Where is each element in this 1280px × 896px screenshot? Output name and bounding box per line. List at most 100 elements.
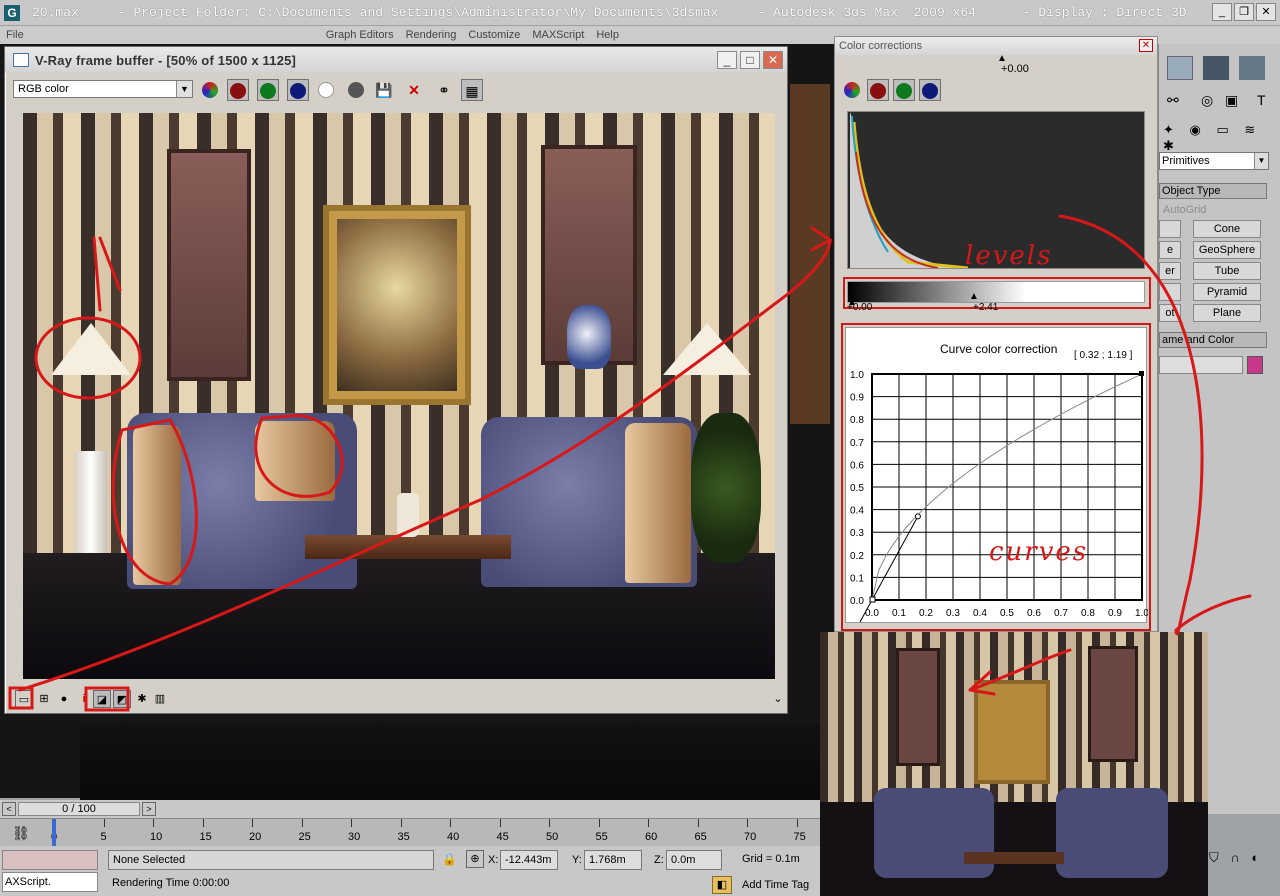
primitive-button-left-5[interactable]: ot <box>1159 304 1181 322</box>
alpha-icon[interactable] <box>315 79 337 101</box>
levels-mid-marker[interactable]: ▲ <box>969 291 979 302</box>
vfb-maximize-button[interactable]: □ <box>740 51 760 69</box>
add-time-tag-button[interactable]: Add Time Tag <box>738 876 818 896</box>
plane-button[interactable]: Plane <box>1193 304 1261 322</box>
cone-button[interactable]: Cone <box>1193 220 1261 238</box>
display-icon[interactable]: ▣ <box>1225 92 1238 109</box>
window-icon <box>13 53 29 67</box>
primitive-button-left-3[interactable]: er <box>1159 262 1181 280</box>
hierarchy-icon[interactable]: ⚯ <box>1167 92 1179 109</box>
cc-blue-icon[interactable] <box>919 79 941 101</box>
menu-graph-editors[interactable]: Graph Editors <box>320 29 400 41</box>
create-subtabs[interactable]: ✦ ◉ ▭ ≋ ✱ <box>1163 122 1277 153</box>
quick-render-icon[interactable] <box>1239 56 1265 80</box>
timeline-tick-label: 30 <box>348 831 361 843</box>
frame-counter[interactable]: 0 / 100 <box>18 802 140 816</box>
menu-customize[interactable]: Customize <box>462 29 526 41</box>
force-color-clamping-icon[interactable]: ⊞ <box>35 690 53 708</box>
corrected-render-thumbnail <box>820 632 1208 896</box>
display-color-correction-icon[interactable]: ▭ <box>15 690 33 708</box>
track-bar[interactable]: ⛓ 051015202530354045505560657075 <box>0 818 820 847</box>
save-icon[interactable]: 💾 <box>373 79 395 101</box>
lock-icon[interactable]: 🔒 <box>442 852 457 866</box>
app-title-bar: G 20.max - Project Folder: C:\Documents … <box>0 0 1280 26</box>
timeline-tick-mark <box>697 819 699 827</box>
curve-end-point <box>1139 371 1144 376</box>
rendered-image[interactable] <box>23 113 775 679</box>
clear-icon[interactable]: ✕ <box>403 79 425 101</box>
menu-help[interactable]: Help <box>590 29 625 41</box>
pyramid-button[interactable]: Pyramid <box>1193 283 1261 301</box>
timeline-tick-mark <box>202 819 204 827</box>
menu-file[interactable]: File <box>0 29 30 41</box>
blue-channel-icon[interactable] <box>287 79 309 101</box>
tube-button[interactable]: Tube <box>1193 262 1261 280</box>
maxscript-listener-mini[interactable] <box>2 850 98 870</box>
autogrid-checkbox[interactable]: AutoGrid <box>1163 204 1206 216</box>
srgb-icon[interactable]: ✱ <box>133 690 151 708</box>
green-channel-icon[interactable] <box>257 79 279 101</box>
link-icon[interactable]: ⚭ <box>433 79 455 101</box>
timeslider-next-icon[interactable]: > <box>142 802 156 816</box>
absolute-mode-icon[interactable]: ⊕ <box>466 850 484 868</box>
vfb-close-button[interactable]: ✕ <box>763 51 783 69</box>
vfb-minimize-button[interactable]: _ <box>717 51 737 69</box>
chevron-down-icon[interactable]: ▼ <box>176 81 192 97</box>
x-coord-field[interactable]: -12.443m <box>500 850 558 870</box>
rollout-object-type[interactable]: Object Type <box>1159 183 1267 199</box>
render-frame-icon[interactable] <box>1203 56 1229 80</box>
viewport-nav-icons[interactable]: ⛉ ∩ ◐ <box>1209 850 1263 866</box>
cc-green-icon[interactable] <box>893 79 915 101</box>
mono-icon[interactable] <box>345 79 367 101</box>
motion-icon[interactable]: ◎ <box>1201 92 1213 109</box>
curve-x-tick-label: 0.8 <box>1081 608 1095 619</box>
minimize-button[interactable]: _ <box>1212 3 1232 21</box>
timeslider-prev-icon[interactable]: < <box>2 802 16 816</box>
teapot-icon[interactable] <box>1167 56 1193 80</box>
lookup-icon[interactable]: ● <box>55 690 73 708</box>
levels-icon[interactable]: ◪ <box>93 690 111 708</box>
time-slider[interactable]: < 0 / 100 > <box>0 800 820 818</box>
utilities-icon[interactable]: T <box>1257 92 1266 108</box>
geosphere-button[interactable]: GeoSphere <box>1193 241 1261 259</box>
red-channel-icon[interactable] <box>227 79 249 101</box>
curve-icon[interactable]: ◩ <box>113 690 131 708</box>
timeline-cursor[interactable] <box>52 819 56 847</box>
channel-select[interactable]: RGB color ▼ <box>13 80 193 98</box>
levels-gradient[interactable] <box>847 281 1145 303</box>
timeline-tick-label: 40 <box>447 831 460 843</box>
track-bar-icon[interactable]: ⛓ <box>12 825 30 842</box>
primitive-button-left-2[interactable]: e <box>1159 241 1181 259</box>
primitive-button-left-1[interactable] <box>1159 220 1181 238</box>
menu-rendering[interactable]: Rendering <box>400 29 463 41</box>
curve-editor[interactable]: Curve color correction [ 0.32 ; 1.19 ] 0… <box>845 327 1148 624</box>
channel-rgb-icon[interactable] <box>199 79 221 101</box>
chevron-down-double-icon[interactable]: ⌄ <box>769 690 787 708</box>
time-tag-icon[interactable]: ◧ <box>712 876 732 894</box>
menu-maxscript[interactable]: MAXScript <box>526 29 590 41</box>
annotation-levels: levels <box>965 241 1053 271</box>
color-corrections-close-button[interactable]: ✕ <box>1139 39 1153 52</box>
close-button[interactable]: ✕ <box>1256 3 1276 21</box>
3dsmax-app-icon[interactable]: G <box>4 4 20 21</box>
y-coord-field[interactable]: 1.768m <box>584 850 642 870</box>
maxscript-input[interactable]: AXScript. <box>2 872 98 892</box>
region-render-icon[interactable]: ▦ <box>461 79 483 101</box>
timeline-tick-label: 60 <box>645 831 658 843</box>
annotation-curves: curves <box>989 537 1089 567</box>
timeline-tick-mark <box>252 819 253 827</box>
cc-rgb-icon[interactable] <box>841 79 863 101</box>
rollout-name-and-color[interactable]: ame and Color <box>1159 332 1267 348</box>
timeline-tick-mark <box>153 819 154 827</box>
curve-graph[interactable]: 0.00.00.10.10.20.20.30.30.40.40.50.50.60… <box>846 328 1148 624</box>
primitive-button-left-4[interactable] <box>1159 283 1181 301</box>
object-color-swatch[interactable] <box>1247 356 1263 374</box>
cc-red-icon[interactable] <box>867 79 889 101</box>
chevron-down-icon[interactable]: ▼ <box>1254 153 1268 169</box>
maximize-button[interactable]: ❐ <box>1234 3 1254 21</box>
object-name-field[interactable] <box>1159 356 1243 374</box>
primitives-dropdown[interactable]: Primitives ▼ <box>1159 152 1269 170</box>
lut-icon[interactable]: ▥ <box>151 690 169 708</box>
info-icon[interactable]: i <box>75 690 93 708</box>
z-coord-field[interactable]: 0.0m <box>666 850 722 870</box>
